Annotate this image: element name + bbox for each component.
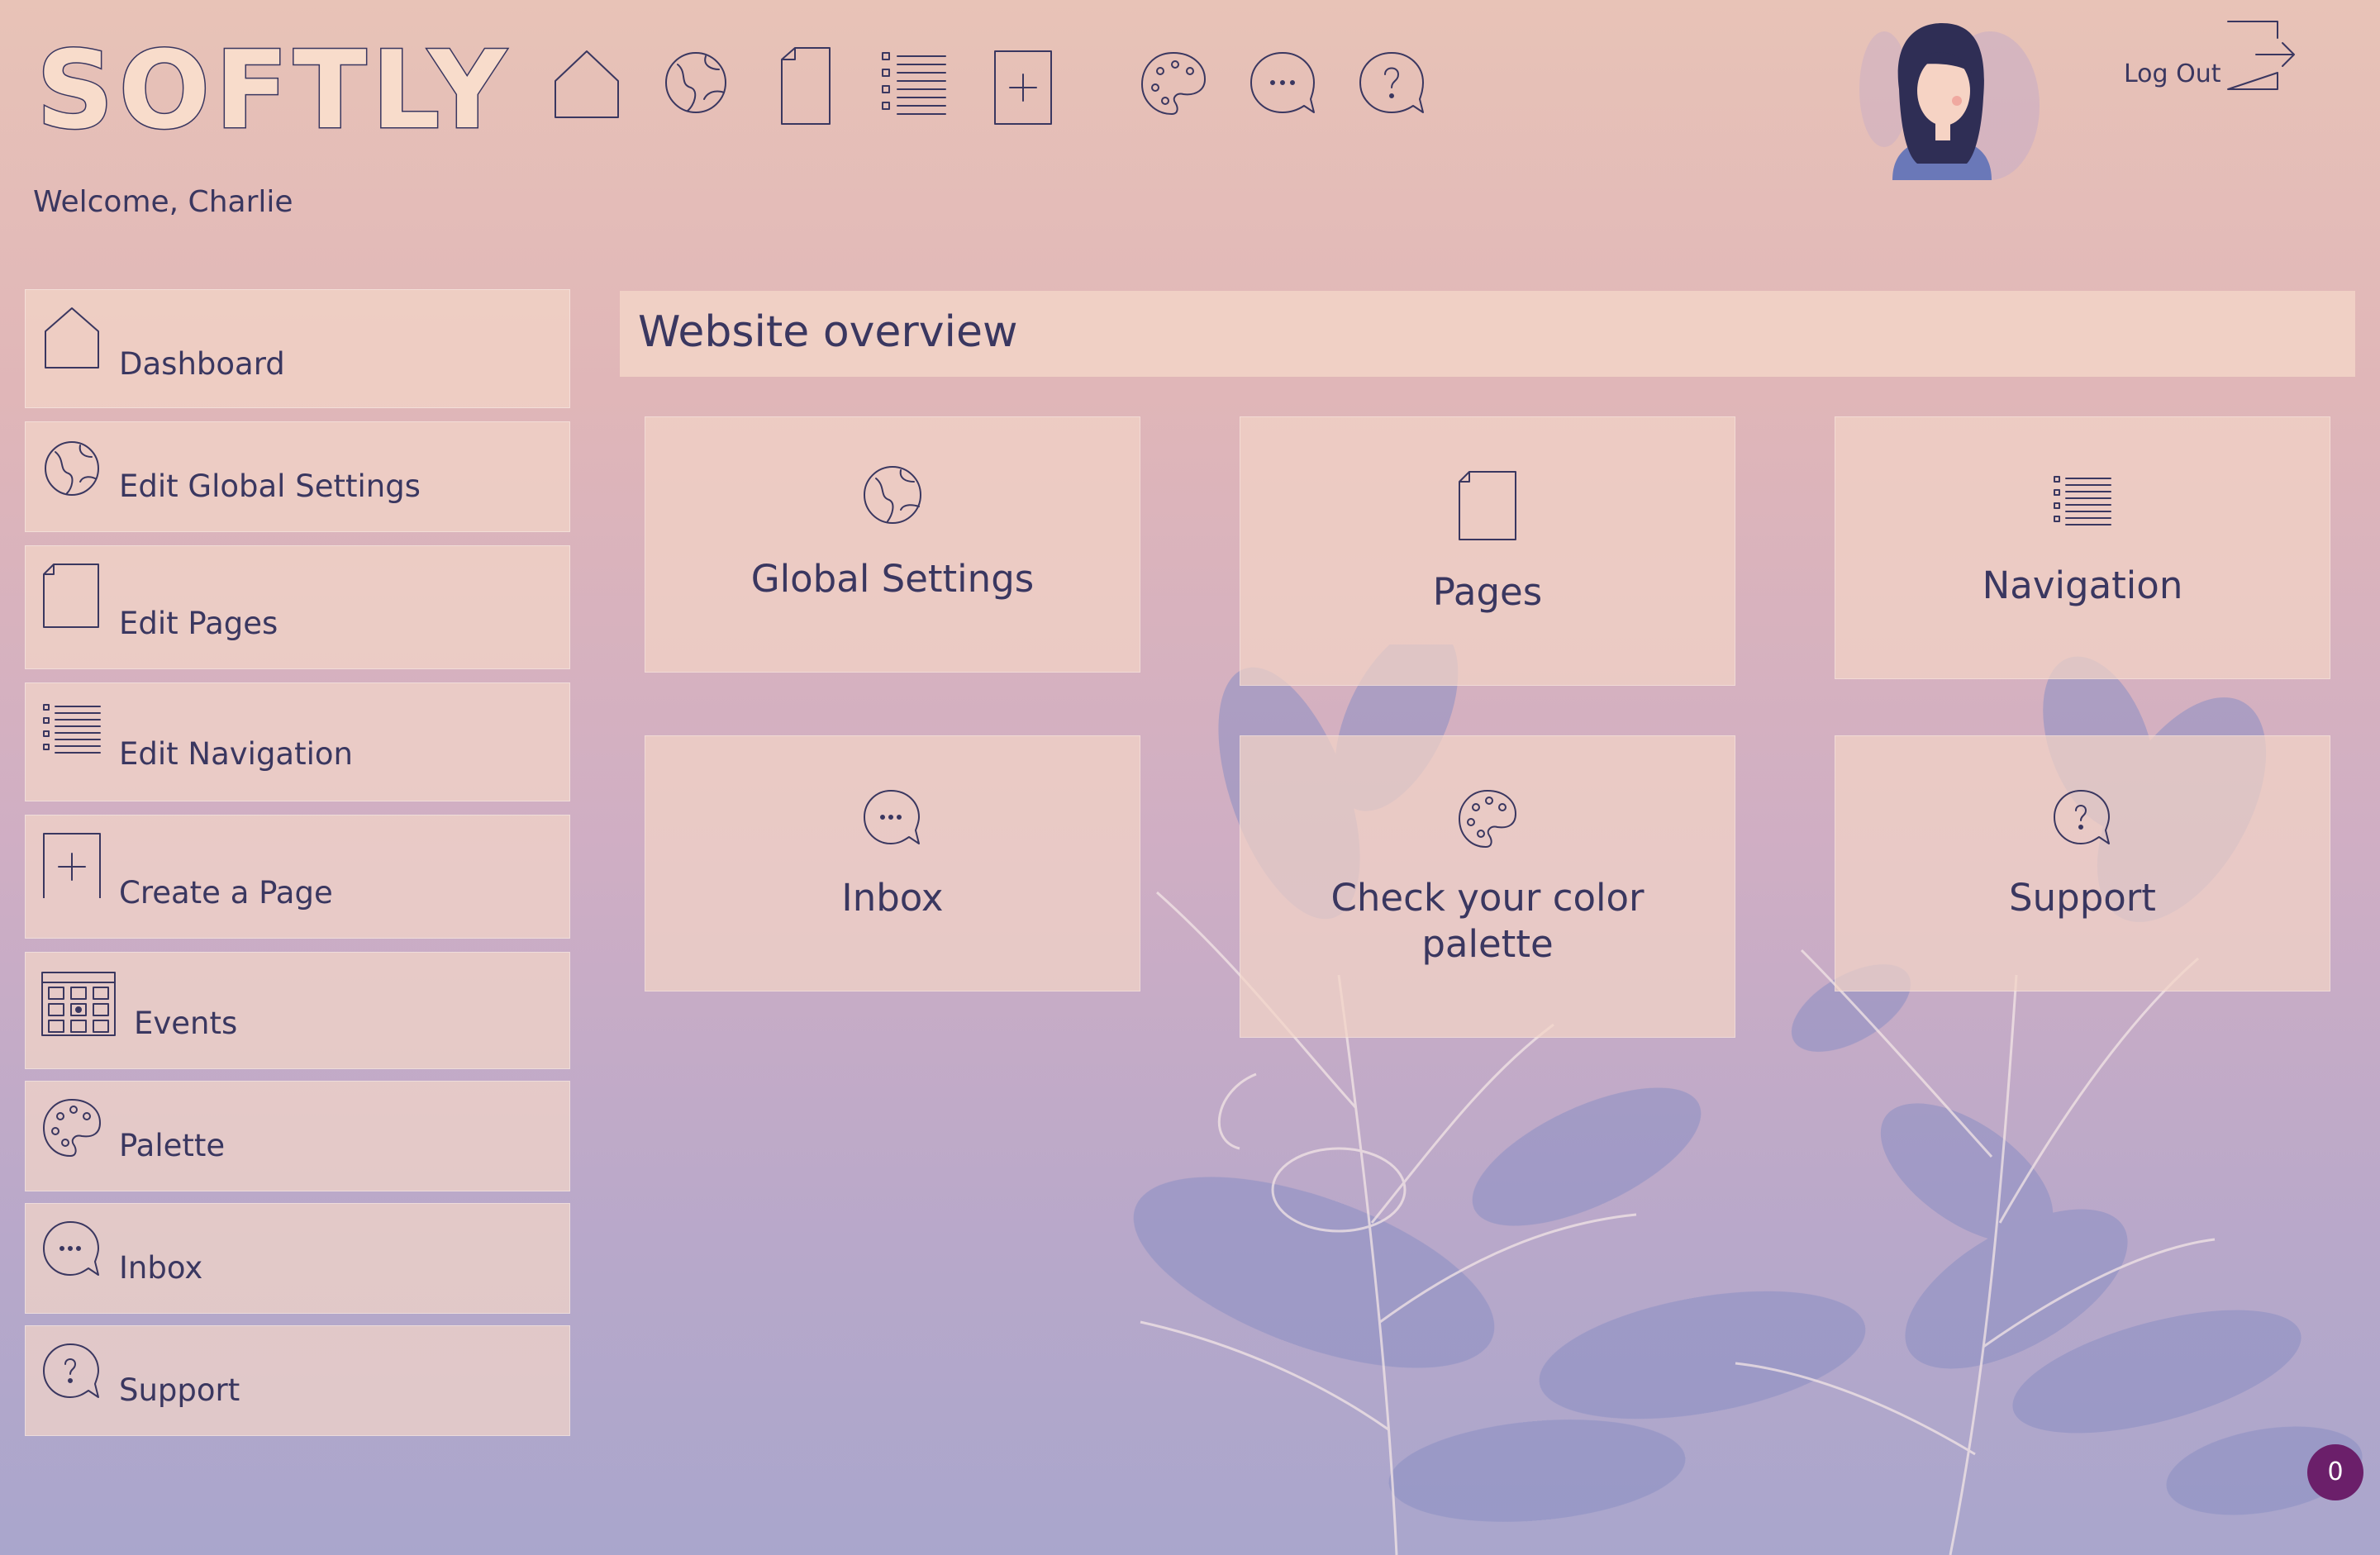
page-icon	[1456, 468, 1519, 543]
home-icon[interactable]	[545, 41, 628, 132]
sidebar-item-label: Edit Pages	[119, 606, 278, 641]
card-navigation[interactable]: Navigation	[1835, 416, 2330, 679]
sidebar-item-label: Dashboard	[119, 346, 285, 382]
logo-text: SOFTLY	[36, 27, 511, 149]
list-icon	[2051, 472, 2114, 535]
list-icon	[40, 698, 103, 766]
avatar[interactable]	[1843, 15, 2041, 188]
sidebar-item-support[interactable]: Support	[25, 1325, 570, 1436]
sidebar-item-palette[interactable]: Palette	[25, 1081, 570, 1191]
sidebar-item-events[interactable]: Events	[25, 952, 570, 1069]
home-icon	[40, 305, 103, 373]
sidebar-item-inbox[interactable]: Inbox	[25, 1203, 570, 1314]
sidebar-item-label: Create a Page	[119, 875, 333, 911]
sidebar-item-edit-navigation[interactable]: Edit Navigation	[25, 682, 570, 801]
calendar-icon	[40, 971, 117, 1037]
plus-icon[interactable]	[982, 41, 1064, 132]
sidebar-item-label: Edit Navigation	[119, 736, 353, 772]
list-icon[interactable]	[873, 41, 955, 132]
globe-icon[interactable]	[654, 41, 737, 132]
sidebar-item-dashboard[interactable]: Dashboard	[25, 289, 570, 408]
sidebar-item-label: Inbox	[119, 1250, 203, 1286]
chat-icon	[861, 787, 924, 850]
sidebar-item-label: Palette	[119, 1128, 226, 1163]
sidebar-item-create-a-page[interactable]: Create a Page	[25, 815, 570, 939]
palette-icon	[40, 1096, 103, 1164]
page-icon[interactable]	[764, 41, 846, 132]
globe-icon	[861, 464, 924, 526]
card-global-settings[interactable]: Global Settings	[645, 416, 1140, 673]
card-label: Global Settings	[750, 557, 1035, 601]
card-label: Support	[2009, 876, 2156, 920]
card-check-color-palette[interactable]: Check your color palette	[1240, 735, 1735, 1038]
help-icon	[40, 1341, 103, 1409]
logout-icon[interactable]	[2223, 18, 2297, 93]
sidebar-item-edit-pages[interactable]: Edit Pages	[25, 545, 570, 669]
page-title: Website overview	[638, 307, 1018, 357]
notification-badge[interactable]: 0	[2307, 1444, 2363, 1500]
chat-icon[interactable]	[1241, 41, 1324, 132]
softly-logo: SOFTLY	[33, 25, 529, 150]
card-label: Navigation	[1982, 564, 2183, 607]
palette-icon[interactable]	[1132, 41, 1215, 132]
logout-link[interactable]: Log Out	[2124, 59, 2221, 88]
card-label: Pages	[1432, 570, 1543, 614]
card-pages[interactable]: Pages	[1240, 416, 1735, 686]
card-inbox[interactable]: Inbox	[645, 735, 1140, 991]
palette-icon	[1456, 787, 1519, 850]
globe-icon	[40, 437, 103, 505]
sidebar-item-label: Events	[134, 1006, 238, 1041]
sidebar-item-label: Support	[119, 1372, 240, 1408]
card-support[interactable]: Support	[1835, 735, 2330, 991]
help-icon[interactable]	[1350, 41, 1433, 132]
chat-icon	[40, 1219, 103, 1286]
sidebar-item-edit-global-settings[interactable]: Edit Global Settings	[25, 421, 570, 532]
plus-icon	[40, 830, 103, 898]
card-label: Check your color palette	[1330, 876, 1645, 966]
card-label: Inbox	[841, 876, 944, 920]
help-icon	[2051, 787, 2114, 850]
page-icon	[40, 561, 103, 629]
sidebar-item-label: Edit Global Settings	[119, 468, 421, 504]
welcome-message: Welcome, Charlie	[33, 185, 293, 219]
overview-header: Website overview	[620, 291, 2355, 377]
